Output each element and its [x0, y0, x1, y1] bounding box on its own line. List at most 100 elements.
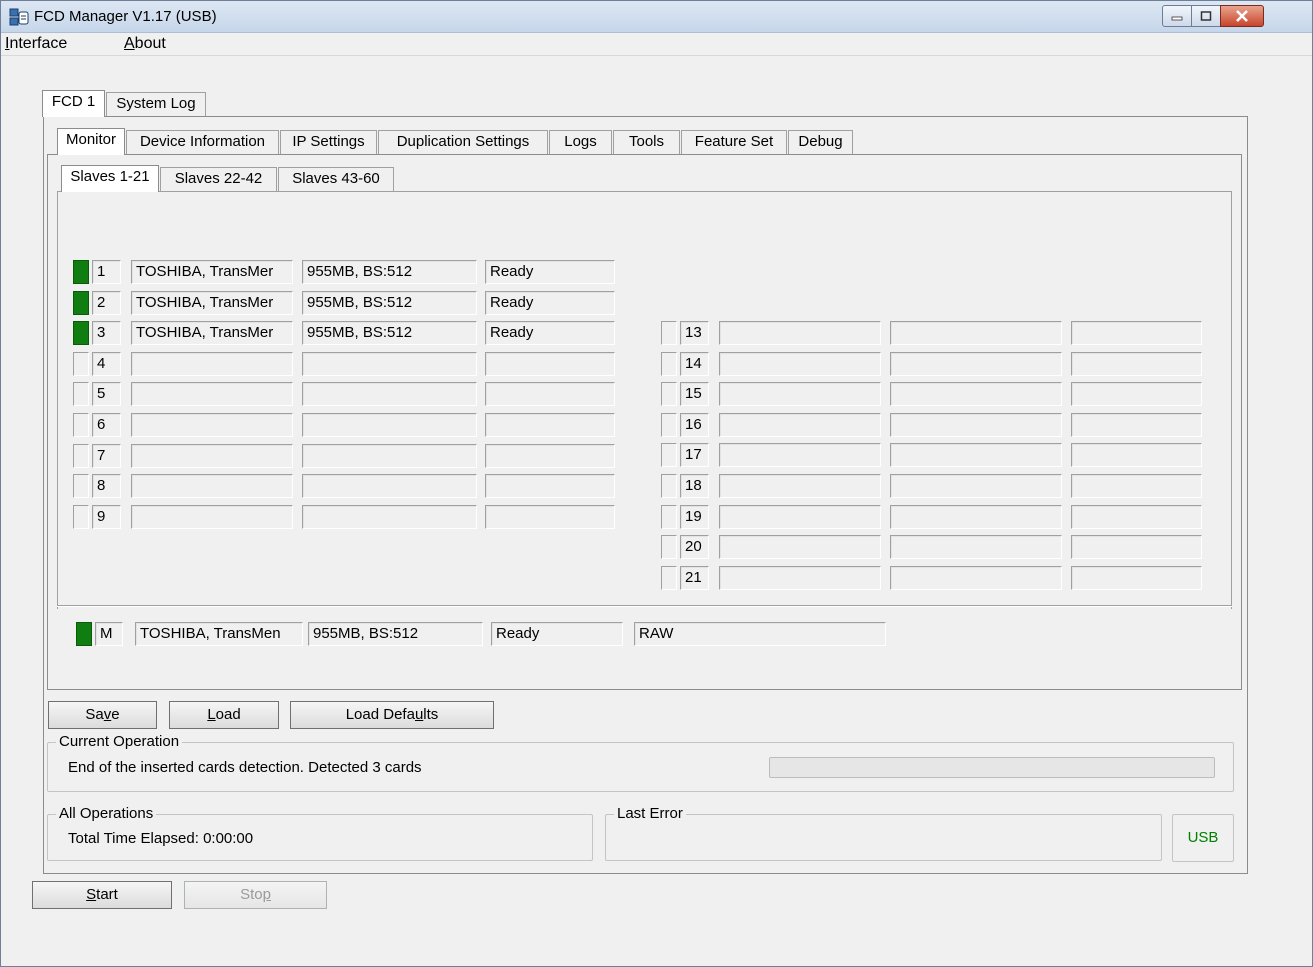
slave-status	[1071, 474, 1202, 498]
slave-device	[719, 565, 881, 590]
load-button[interactable]: Load	[169, 701, 279, 729]
slave-number: 18	[680, 474, 709, 498]
all-operations-label: All Operations	[56, 805, 157, 823]
slave-status	[1071, 535, 1202, 560]
load-defaults-button[interactable]: Load Defaults	[290, 701, 494, 729]
slave-capacity	[890, 412, 1062, 437]
master-indicator	[76, 622, 92, 646]
slave-number: 15	[680, 382, 709, 407]
tab-system-log[interactable]: System Log	[106, 92, 206, 116]
slave-indicator	[73, 504, 89, 529]
slave-indicator	[661, 382, 677, 407]
master-separator	[57, 605, 1232, 607]
minimize-icon	[1171, 16, 1183, 21]
slave-number: 1	[92, 260, 121, 284]
slave-capacity	[302, 504, 477, 529]
slave-capacity	[302, 382, 477, 407]
close-button[interactable]	[1220, 5, 1264, 27]
master-format: RAW	[634, 622, 886, 646]
master-capacity: 955MB, BS:512	[308, 622, 483, 646]
tab-duplication-settings[interactable]: Duplication Settings	[378, 130, 548, 154]
tab-debug[interactable]: Debug	[788, 130, 853, 154]
slave-device	[131, 443, 293, 468]
slave-number: 16	[680, 412, 709, 437]
slave-status	[485, 474, 615, 499]
tab-slaves-1-21[interactable]: Slaves 1-21	[61, 165, 159, 192]
all-operations-group: All Operations Total Time Elapsed: 0:00:…	[47, 805, 593, 861]
menu-bar: Interface About	[1, 34, 1312, 56]
slave-device	[131, 413, 293, 437]
tab-slaves-43-60[interactable]: Slaves 43-60	[278, 167, 394, 191]
slave-status: Ready	[485, 290, 615, 315]
tab-tools[interactable]: Tools	[613, 130, 680, 154]
slave-indicator	[661, 565, 677, 590]
tab-ip-settings[interactable]: IP Settings	[280, 130, 377, 154]
slave-status: Ready	[485, 321, 615, 346]
menu-about-label: bout	[134, 35, 166, 52]
current-operation-group: Current Operation End of the inserted ca…	[47, 733, 1234, 792]
slave-status	[1071, 565, 1202, 590]
stop-button[interactable]: Stop	[184, 881, 327, 909]
slave-indicator	[661, 412, 677, 437]
slave-device	[719, 382, 881, 407]
current-operation-label: Current Operation	[56, 733, 183, 751]
slave-capacity	[890, 443, 1062, 468]
slave-number: 13	[680, 321, 709, 345]
slave-status	[1071, 351, 1202, 376]
slave-number: 20	[680, 535, 709, 560]
maximize-button[interactable]	[1191, 5, 1221, 27]
slave-device	[131, 504, 293, 529]
menu-about[interactable]: About	[124, 35, 166, 53]
current-operation-text: End of the inserted cards detection. Det…	[68, 759, 422, 776]
app-window: FCD Manager V1.17 (USB) Interface About …	[0, 0, 1313, 967]
tab-slaves-22-42[interactable]: Slaves 22-42	[160, 167, 277, 191]
app-icon	[9, 8, 29, 26]
slave-status	[485, 351, 615, 376]
slave-indicator	[661, 474, 677, 498]
slave-capacity	[890, 321, 1062, 345]
slave-device	[131, 382, 293, 407]
slave-capacity	[302, 413, 477, 437]
slave-capacity	[302, 474, 477, 499]
save-button[interactable]: Save	[48, 701, 157, 729]
slave-device: TOSHIBA, TransMer	[131, 260, 293, 284]
tab-feature-set[interactable]: Feature Set	[681, 130, 787, 154]
slave-status: Ready	[485, 260, 615, 284]
slave-indicator	[73, 443, 89, 468]
close-icon	[1236, 10, 1248, 22]
slave-indicator	[73, 382, 89, 407]
slave-indicator	[661, 535, 677, 560]
slave-number: 7	[92, 443, 121, 468]
slave-device: TOSHIBA, TransMer	[131, 290, 293, 315]
title-bar[interactable]: FCD Manager V1.17 (USB)	[1, 1, 1312, 33]
tab-device-information[interactable]: Device Information	[126, 130, 279, 154]
tab-logs[interactable]: Logs	[549, 130, 612, 154]
slave-device	[131, 351, 293, 376]
slave-indicator	[661, 321, 677, 345]
slave-capacity: 955MB, BS:512	[302, 290, 477, 315]
save-label-a: Sa	[85, 706, 104, 723]
slave-capacity	[890, 351, 1062, 376]
slave-number: 6	[92, 413, 121, 437]
menu-interface[interactable]: Interface	[5, 35, 67, 53]
slave-number: 3	[92, 321, 121, 346]
slave-indicator	[73, 474, 89, 499]
minimize-button[interactable]	[1162, 5, 1192, 27]
slave-indicator	[73, 413, 89, 437]
save-label-b: e	[111, 706, 120, 723]
load-defaults-label-b: lts	[423, 706, 439, 723]
tab-monitor[interactable]: Monitor	[57, 128, 125, 155]
slave-capacity	[302, 351, 477, 376]
total-time-elapsed: Total Time Elapsed: 0:00:00	[68, 830, 254, 847]
slave-number: 21	[680, 565, 709, 590]
slave-status	[485, 382, 615, 407]
start-button[interactable]: Start	[32, 881, 172, 909]
slave-device	[719, 535, 881, 560]
menu-interface-label: nterface	[9, 35, 68, 52]
slave-indicator	[73, 321, 89, 346]
slave-number: 2	[92, 290, 121, 315]
tab-fcd-1[interactable]: FCD 1	[42, 90, 105, 117]
slave-device	[719, 443, 881, 468]
stop-mnemonic: p	[262, 886, 271, 903]
last-error-group: Last Error	[605, 805, 1162, 861]
